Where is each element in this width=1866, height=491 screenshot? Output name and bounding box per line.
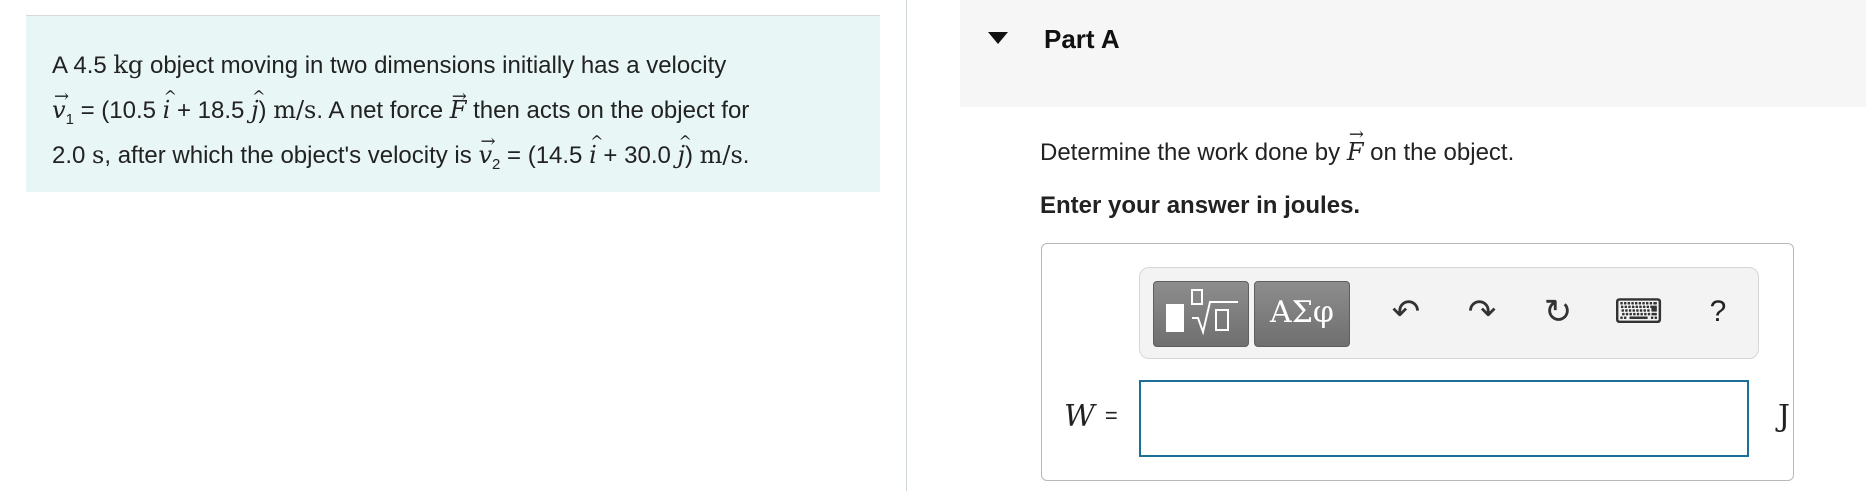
time-unit: s [92,141,105,169]
hat-icon: ^ [590,132,604,151]
answer-panel: ΑΣφ ↶ ↷ ↻ ⌨ ? W = J [1041,243,1794,481]
hat-icon: ^ [252,87,266,106]
velocity-unit: m/s [699,141,743,169]
i-hat: ^ i [163,87,177,133]
problem-text: + 18.5 [170,97,252,124]
hat-icon: ^ [678,132,692,151]
help-icon[interactable]: ? [1694,288,1742,336]
force-vector: → F [1347,124,1364,166]
force-vector: → F [450,86,467,133]
variable-symbol: W [1064,399,1095,434]
math-toolbar: ΑΣφ ↶ ↷ ↻ ⌨ ? [1139,267,1759,359]
vector-arrow-icon: → [1348,124,1364,145]
hat-icon: ^ [163,87,178,106]
keyboard-icon[interactable]: ⌨ [1614,288,1663,336]
problem-text: + 30.0 [596,142,678,169]
vector-arrow-icon: → [54,86,70,107]
equals-sign: = [1104,403,1118,428]
reset-icon[interactable]: ↻ [1534,288,1582,336]
problem-text: 2.0 [52,142,93,169]
i-hat: ^ i [589,132,603,178]
problem-text: , after which the object's velocity is [104,142,479,169]
j-hat: ^ j [251,87,265,133]
v2-vector: → v [478,131,495,178]
caret-down-icon[interactable] [988,32,1008,44]
part-a-header[interactable]: Part A [960,0,1866,107]
undo-icon[interactable]: ↶ [1382,288,1430,336]
question-suffix: on the object. [1363,139,1515,166]
vector-arrow-icon: → [451,86,467,107]
answer-variable: W = [1064,399,1118,434]
vector-arrow-icon: → [480,131,496,152]
question-prefix: Determine the work done by [1040,139,1347,166]
problem-text: . [742,142,750,169]
templates-button[interactable] [1153,281,1249,347]
answer-unit: J [1778,399,1791,434]
problem-line-3: 2.0 s, after which the object's velocity… [52,131,854,178]
velocity-unit: m/s [273,96,317,124]
j-hat: ^ j [678,132,692,178]
problem-text: then acts on the object for [466,97,750,124]
problem-text: object moving in two dimensions initiall… [143,52,727,79]
sqrt-icon [1191,289,1238,336]
problem-statement: A 4.5 kg object moving in two dimensions… [26,16,880,192]
part-title[interactable]: Part A [1044,24,1120,55]
v1-vector: → v [52,86,69,133]
answer-input[interactable] [1139,380,1749,457]
answer-instruction: Enter your answer in joules. [1040,192,1361,219]
templates-icon [1166,304,1184,332]
problem-line-2: → v1 = (10.5 ^ i + 18.5 ^ j) m/s. A net for… [52,86,854,133]
question-text: Determine the work done by → F on the obj… [1040,124,1515,167]
problem-text: = (10.5 [73,97,163,124]
pane-divider [906,0,907,491]
redo-icon[interactable]: ↷ [1458,288,1506,336]
symbols-button[interactable]: ΑΣφ [1254,281,1350,347]
problem-text: . A net force [316,97,450,124]
mass-unit: kg [113,51,144,79]
problem-text: = (14.5 [500,142,590,169]
